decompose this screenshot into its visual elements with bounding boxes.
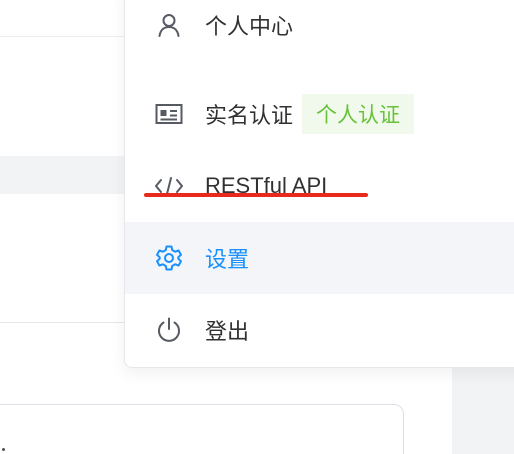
background-divider: [0, 36, 124, 37]
user-dropdown-menu: 个人中心 实名认证 个人认证 RESTful API 设置 登出: [124, 0, 514, 368]
menu-item-settings[interactable]: 设置: [125, 222, 514, 294]
background-text-fragment: [2, 448, 5, 451]
menu-item-logout[interactable]: 登出: [125, 294, 514, 366]
power-icon: [154, 315, 184, 345]
id-card-icon: [154, 99, 184, 129]
gear-icon: [154, 243, 184, 273]
background-row: [0, 156, 124, 194]
user-icon: [154, 10, 184, 40]
verification-badge: 个人认证: [302, 94, 415, 134]
background-card: [0, 404, 404, 454]
menu-item-label: 设置: [205, 247, 250, 272]
background-panel: [452, 360, 514, 454]
annotation-underline: [144, 193, 368, 197]
menu-item-label: 实名认证: [205, 103, 294, 128]
page: 个人中心 实名认证 个人认证 RESTful API 设置 登出: [0, 0, 514, 454]
menu-item-label: 个人中心: [205, 14, 294, 39]
menu-item-profile[interactable]: 个人中心: [125, 0, 514, 61]
menu-item-real-name-auth[interactable]: 实名认证 个人认证: [125, 78, 514, 150]
menu-item-label: 登出: [205, 319, 250, 344]
menu-item-restful-api[interactable]: RESTful API: [125, 150, 514, 222]
background-divider: [0, 322, 124, 323]
